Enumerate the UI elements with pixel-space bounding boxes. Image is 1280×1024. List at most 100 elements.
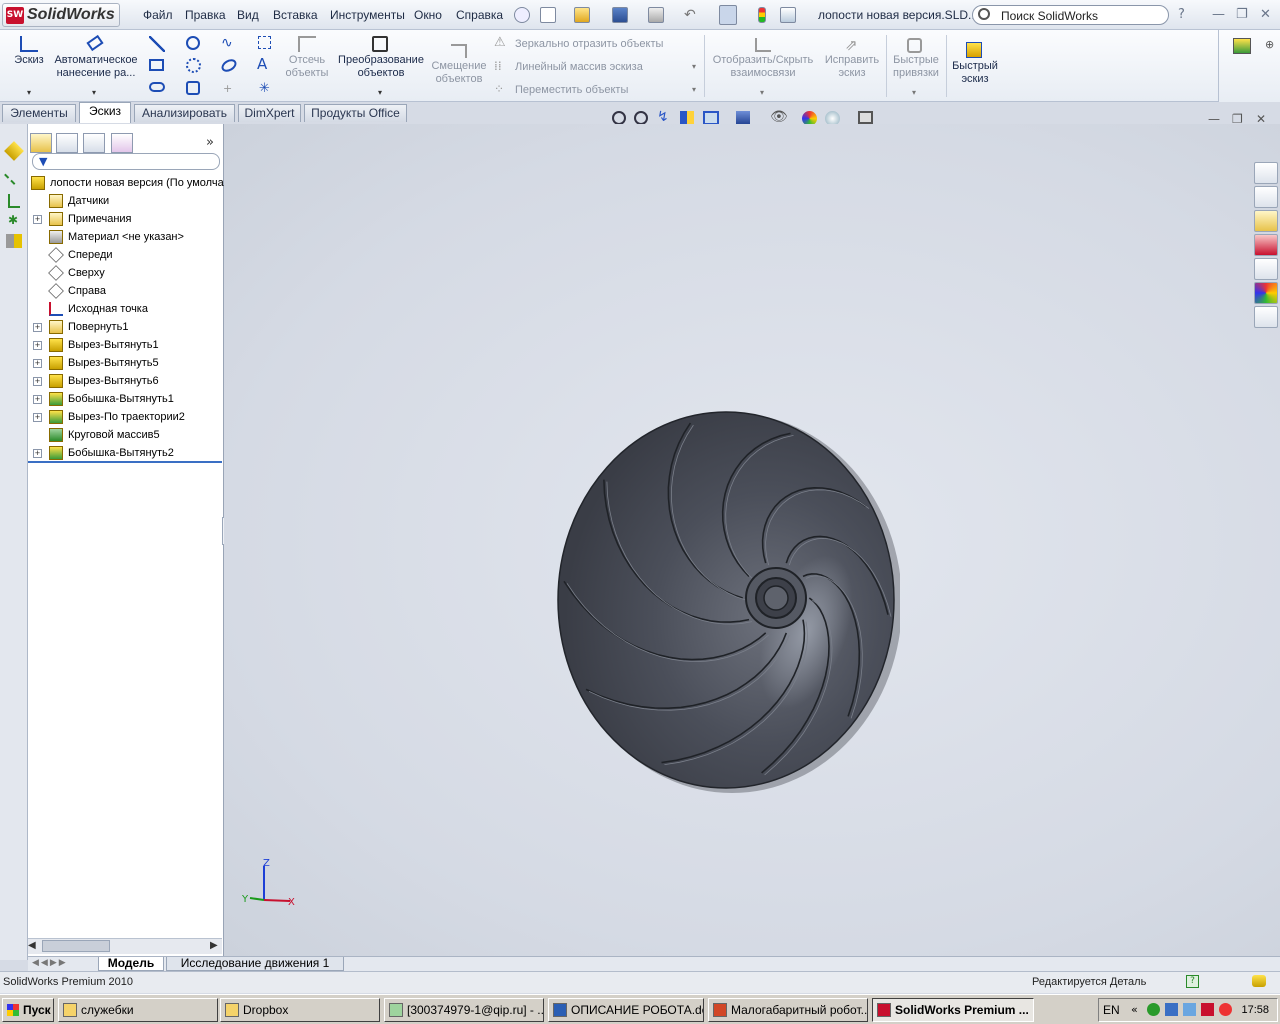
taskbar-button[interactable]: [300374979-1@qip.ru] - ... <box>384 998 544 1022</box>
feature-manager-tab-icon[interactable] <box>30 133 52 153</box>
file-explorer-icon[interactable] <box>1254 210 1278 232</box>
tab-motion-study[interactable]: Исследование движения 1 <box>166 957 344 971</box>
linear-pattern-button[interactable]: Линейный массив эскиза <box>515 61 643 73</box>
polygon-icon[interactable] <box>186 81 200 95</box>
restore-button[interactable]: ❐ <box>1236 7 1248 22</box>
point-icon[interactable]: + <box>223 83 232 94</box>
configuration-manager-tab-icon[interactable] <box>83 133 105 153</box>
tab-dimxpert[interactable]: DimXpert <box>238 104 301 122</box>
expand-toggle-icon[interactable]: + <box>33 449 42 458</box>
expand-toggle-icon[interactable]: + <box>33 323 42 332</box>
tree-item[interactable]: Исходная точка <box>28 300 224 318</box>
menu-tools[interactable]: Инструменты <box>330 8 405 22</box>
menu-window[interactable]: Окно <box>414 8 442 22</box>
expand-toggle-icon[interactable]: + <box>33 395 42 404</box>
antivirus-tray-icon[interactable] <box>1201 1003 1214 1016</box>
mirror-entities-button[interactable]: Зеркально отразить объекты <box>515 38 663 50</box>
taskbar-button[interactable]: SolidWorks Premium ... <box>872 998 1034 1022</box>
smart-dimension-button[interactable]: Автоматическое нанесение ра... <box>52 54 140 80</box>
rebuild-status-icon[interactable] <box>1252 975 1266 987</box>
design-library-icon[interactable] <box>1254 186 1278 208</box>
scroll-right-icon[interactable]: ▶ <box>210 940 218 951</box>
tree-item[interactable]: Сверху <box>28 264 224 282</box>
impeller-model[interactable] <box>554 406 900 796</box>
taskbar-button[interactable]: Dropbox <box>220 998 380 1022</box>
expand-toggle-icon[interactable]: + <box>33 377 42 386</box>
tree-item[interactable]: + Вырез-Вытянуть5 <box>28 354 224 372</box>
undo-icon[interactable]: ↶ <box>684 7 700 23</box>
slot-icon[interactable] <box>149 82 165 92</box>
open-folder-icon[interactable] <box>574 7 590 23</box>
snaps-dropdown-icon[interactable]: ▾ <box>912 88 916 97</box>
close-button[interactable]: ✕ <box>1260 7 1271 22</box>
arc-icon[interactable] <box>186 58 201 73</box>
tree-item[interactable]: Датчики <box>28 192 224 210</box>
quick-snaps-button[interactable]: Быстрые привязки <box>888 54 944 80</box>
print-icon[interactable] <box>648 7 664 23</box>
show-relations-button[interactable]: Отобразить/Скрыть взаимосвязи <box>708 54 818 80</box>
menu-edit[interactable]: Правка <box>185 8 226 22</box>
section-view-icon[interactable] <box>680 111 694 125</box>
expand-toggle-icon[interactable]: + <box>33 359 42 368</box>
zoom-to-fit-icon[interactable] <box>612 111 626 125</box>
hide-show-items-icon[interactable]: 👁 <box>770 110 788 124</box>
repair-sketch-button[interactable]: Исправить эскиз <box>820 54 884 80</box>
convert-dropdown-icon[interactable]: ▾ <box>378 88 382 97</box>
search-results-icon[interactable] <box>1254 234 1278 256</box>
options-icon[interactable] <box>780 7 796 23</box>
taskbar-button[interactable]: ОПИСАНИЕ РОБОТА.do... <box>548 998 704 1022</box>
sketch-dropdown-icon[interactable]: ▾ <box>27 88 31 97</box>
taskbar-button[interactable]: Малогабаритный робот... <box>708 998 868 1022</box>
tab-nav-arrows-icon[interactable]: ◀◀▶▶ <box>32 958 68 968</box>
tree-item[interactable]: + Вырез-Вытянуть6 <box>28 372 224 390</box>
solidworks-resources-icon[interactable] <box>1254 162 1278 184</box>
appearances-icon[interactable] <box>1254 282 1278 304</box>
rectangle-icon[interactable] <box>149 59 164 71</box>
sketch-tool-icon[interactable] <box>4 141 24 161</box>
network-tray-icon[interactable] <box>1165 1003 1178 1016</box>
tray-expand-icon[interactable]: « <box>1131 1003 1138 1017</box>
view-palette-icon[interactable] <box>1254 258 1278 280</box>
status-help-icon[interactable]: ? <box>1186 975 1199 988</box>
tab-sketch[interactable]: Эскиз <box>79 102 131 123</box>
view-orientation-icon[interactable] <box>703 111 719 125</box>
viewport-restore[interactable]: ❐ <box>1232 112 1243 126</box>
tree-filter[interactable]: ▼ <box>32 153 220 170</box>
zoom-to-area-icon[interactable] <box>634 111 648 125</box>
tab-evaluate[interactable]: Анализировать <box>134 104 235 122</box>
text-icon[interactable]: A <box>257 57 267 72</box>
tree-item[interactable]: Материал <не указан> <box>28 228 224 246</box>
tree-item[interactable]: Круговой массив5 <box>28 426 224 444</box>
quick-access-icon[interactable] <box>1233 38 1251 54</box>
dimxpert-manager-tab-icon[interactable] <box>111 133 133 153</box>
dimension-dropdown-icon[interactable]: ▾ <box>92 88 96 97</box>
dropbox-tray-icon[interactable] <box>1183 1003 1196 1016</box>
construction-geometry-icon[interactable] <box>258 36 271 49</box>
collapse-ribbon-icon[interactable]: ⊕ <box>1265 38 1274 51</box>
centerline-icon[interactable]: ✳ <box>259 82 270 95</box>
help-button[interactable]: ? <box>1178 7 1185 22</box>
spline-icon[interactable]: ∿ <box>221 36 233 50</box>
custom-properties-icon[interactable] <box>1254 306 1278 328</box>
tree-root-part[interactable]: лопости новая версия (По умолча <box>28 174 224 192</box>
menu-insert[interactable]: Вставка <box>273 8 318 22</box>
panel-scrollbar[interactable]: ◀ ▶ <box>28 938 222 954</box>
tab-model[interactable]: Модель <box>98 957 164 971</box>
trim-entities-button[interactable]: Отсечь объекты <box>278 54 336 80</box>
graphics-area[interactable]: — ❐ ✕ Z X Y <box>224 112 1280 956</box>
scroll-thumb[interactable] <box>42 940 110 952</box>
previous-view-icon[interactable]: ↯ <box>657 110 669 124</box>
pattern-dropdown-icon[interactable]: ▾ <box>692 62 696 71</box>
rapid-sketch-button[interactable]: Быстрый эскиз <box>948 60 1002 86</box>
offset-entities-button[interactable]: Смещение объектов <box>428 60 490 86</box>
dimension-tool-icon[interactable] <box>6 234 22 248</box>
move-dropdown-icon[interactable]: ▾ <box>692 85 696 94</box>
taskbar-button[interactable]: служебки <box>58 998 218 1022</box>
start-button[interactable]: Пуск <box>2 998 54 1022</box>
tab-features[interactable]: Элементы <box>2 104 76 122</box>
language-indicator[interactable]: EN <box>1103 1003 1120 1017</box>
search-input[interactable]: Поиск SolidWorks <box>1001 9 1098 23</box>
tree-item[interactable]: + Повернуть1 <box>28 318 224 336</box>
expand-toggle-icon[interactable]: + <box>33 341 42 350</box>
tree-item[interactable]: + Бобышка-Вытянуть1 <box>28 390 224 408</box>
